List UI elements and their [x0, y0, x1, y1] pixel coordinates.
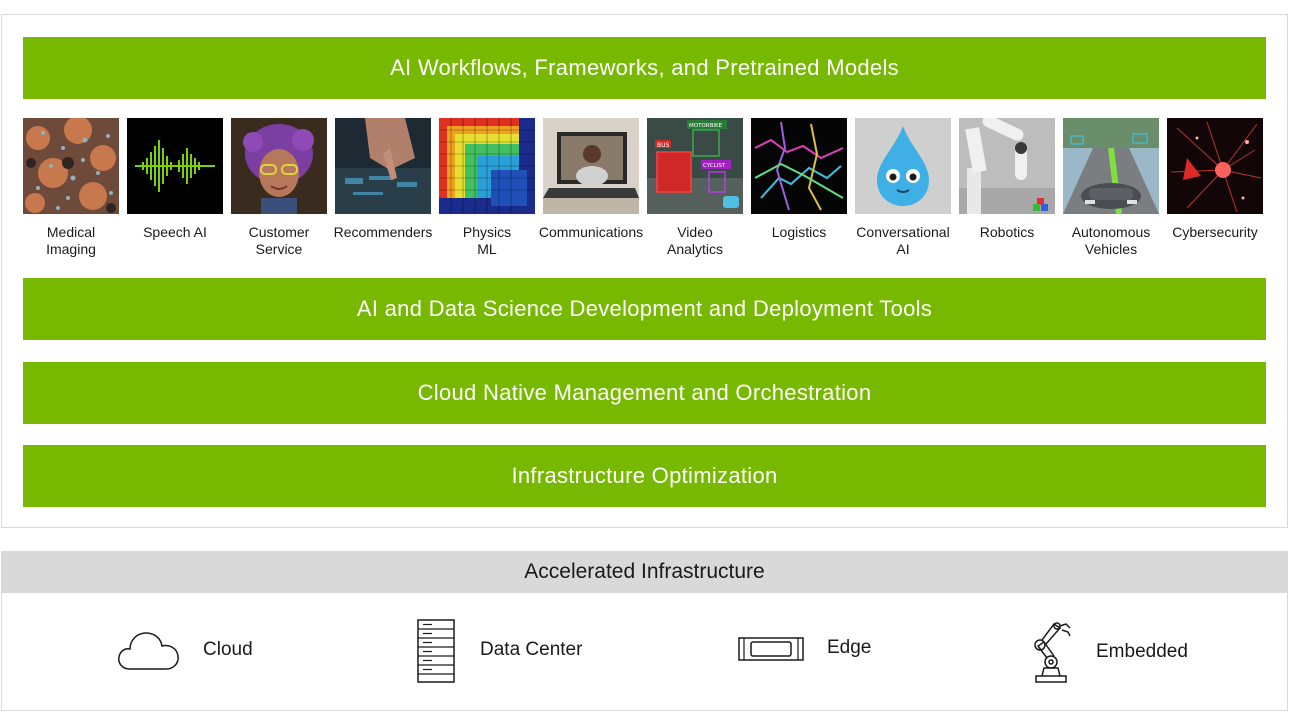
- cloud-native-bar: Cloud Native Management and Orchestratio…: [23, 362, 1266, 424]
- infra-item-edge: Edge: [737, 593, 897, 711]
- heatmap-thumbnail: [439, 118, 535, 214]
- water-drop-character-thumbnail: [855, 118, 951, 214]
- use-case-label: Cybersecurity: [1172, 224, 1258, 240]
- robotic-arm-icon: [1034, 622, 1071, 683]
- infra-label-cloud: Cloud: [203, 639, 253, 660]
- cyclist-tag: CYCLIST: [703, 163, 726, 169]
- speech-waveform-thumbnail: [127, 118, 223, 214]
- use-case-label: Customer Service: [248, 224, 310, 257]
- infra-label-embedded: Embedded: [1096, 641, 1188, 662]
- server-rack-icon: [417, 619, 455, 683]
- route-map-thumbnail: [751, 118, 847, 214]
- use-case-label: Conversational AI: [856, 224, 950, 257]
- robot-arm-thumbnail: [959, 118, 1055, 214]
- use-case-label: Recommenders: [333, 224, 433, 240]
- infra-label-edge: Edge: [827, 637, 872, 658]
- infra-item-embedded: Embedded: [1030, 593, 1230, 711]
- infra-item-cloud: Cloud: [116, 593, 316, 711]
- car-road-thumbnail: [1063, 118, 1159, 214]
- use-case-label: Speech AI: [143, 224, 207, 240]
- motorbike-tag: MOTORBIKE: [689, 123, 723, 129]
- video-call-thumbnail: [543, 118, 639, 214]
- medical-imaging-thumbnail: [23, 118, 119, 214]
- edge-device-icon: [738, 637, 804, 661]
- infra-item-data-center: Data Center: [416, 593, 626, 711]
- use-case-gallery: Medical Imaging Speech AI Customer Servi…: [23, 118, 1267, 268]
- ai-dev-tools-bar: AI and Data Science Development and Depl…: [23, 278, 1266, 340]
- use-case-label: Autonomous Vehicles: [1071, 224, 1151, 257]
- use-case-label: Communications: [538, 224, 644, 240]
- accelerated-infrastructure-panel: Cloud Data Center Edge Embedded: [1, 593, 1288, 711]
- infrastructure-optimization-bar: Infrastructure Optimization: [23, 445, 1266, 507]
- use-case-label: Logistics: [771, 224, 827, 240]
- use-case-label: Robotics: [979, 224, 1035, 240]
- cloud-icon: [118, 632, 179, 670]
- use-case-label: Physics ML: [462, 224, 512, 257]
- accelerated-infrastructure-header: Accelerated Infrastructure: [1, 551, 1288, 593]
- avatar-thumbnail: [231, 118, 327, 214]
- infra-label-data-center: Data Center: [480, 639, 583, 660]
- network-burst-thumbnail: [1167, 118, 1263, 214]
- touchscreen-thumbnail: [335, 118, 431, 214]
- bus-tag: BUS: [657, 142, 670, 149]
- use-case-label: Video Analytics: [666, 224, 724, 257]
- use-case-label: Medical Imaging: [46, 224, 96, 257]
- street-detection-thumbnail: BUS MOTORBIKE CYCLIST: [647, 118, 743, 214]
- ai-workflows-bar: AI Workflows, Frameworks, and Pretrained…: [23, 37, 1266, 99]
